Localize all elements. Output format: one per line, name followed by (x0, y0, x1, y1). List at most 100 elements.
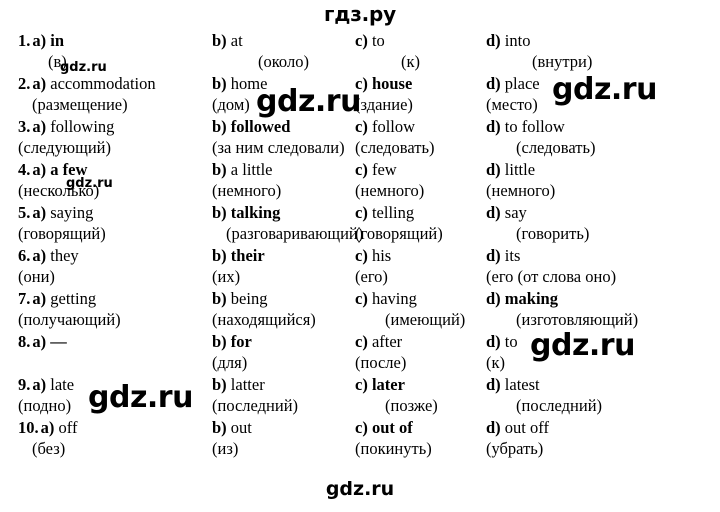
option-translation: (говорить) (516, 224, 590, 243)
answer-line: d) to (486, 331, 716, 352)
option-letter: b) (212, 289, 227, 308)
answer-line: 5. a) saying (18, 202, 214, 223)
option-word: house (371, 74, 413, 93)
option-translation: (получающий) (18, 310, 121, 329)
answer-option: b) at (около) (212, 30, 360, 72)
question-row: 9. a) late (подно) b) latter (последний) c) l… (0, 374, 720, 417)
option-word: out of (371, 418, 413, 437)
option-word: — (50, 332, 67, 351)
option-letter: b) (212, 31, 227, 50)
option-letter: c) (355, 160, 368, 179)
option-translation: (позже) (385, 396, 438, 415)
question-row: 1. a) in (в) b) at (около) c) to (к) d) into (вн… (0, 30, 720, 73)
question-row: 10. a) off (без) b) out (из) c) out of (покину… (0, 417, 720, 460)
option-letter: b) (212, 160, 227, 179)
answer-option: 5. a) saying (говорящий) (18, 202, 214, 244)
answer-line: 2. a) accommodation (18, 73, 214, 94)
answer-option: d) place (место) (486, 73, 716, 115)
question-number: 1. (18, 31, 31, 50)
option-letter: c) (355, 117, 368, 136)
answer-option: c) later (позже) (355, 374, 487, 416)
option-translation: (последний) (212, 396, 299, 415)
question-row: 3. a) following (следующий) b) followed (за … (0, 116, 720, 159)
option-word: follow (371, 117, 416, 136)
answer-option: d) making (изготовляющий) (486, 288, 716, 330)
option-letter: b) (212, 117, 227, 136)
option-translation: (место) (486, 95, 538, 114)
answer-option: d) out off (убрать) (486, 417, 716, 459)
option-letter: d) (486, 418, 501, 437)
question-number: 7. (18, 289, 31, 308)
question-row: 2. a) accommodation (размещение) b) home (до… (0, 73, 720, 116)
answer-line: d) say (486, 202, 716, 223)
question-number: 3. (18, 117, 31, 136)
answer-option: b) talking (разговаривающий) (212, 202, 363, 244)
option-letter: d) (486, 289, 501, 308)
answer-line: c) telling (355, 202, 487, 223)
option-word: in (50, 31, 65, 50)
answer-option: c) telling (говорящий) (355, 202, 487, 244)
option-word: say (504, 203, 527, 222)
option-letter: a) (32, 375, 47, 394)
option-letter: b) (212, 418, 227, 437)
option-translation: (около) (258, 52, 309, 71)
option-word: a few (50, 160, 88, 179)
question-number: 4. (18, 160, 31, 179)
option-translation: (немного) (212, 181, 282, 200)
option-word: saying (50, 203, 94, 222)
option-letter: a) (32, 289, 47, 308)
option-letter: d) (486, 375, 501, 394)
option-translation: (подно) (18, 396, 72, 415)
option-letter: d) (486, 74, 501, 93)
option-translation: (немного) (355, 181, 425, 200)
option-letter: a) (32, 203, 47, 222)
question-row: 5. a) saying (говорящий) b) talking (разгова… (0, 202, 720, 245)
question-number: 5. (18, 203, 31, 222)
option-word: latter (230, 375, 265, 394)
question-row: 8. a) — b) for (для) c) after (после) d) to (к) (0, 331, 720, 374)
answer-line: c) house (355, 73, 487, 94)
answer-line: d) little (486, 159, 716, 180)
answer-line: b) a little (212, 159, 360, 180)
option-translation: (без) (32, 439, 66, 458)
option-translation: (к) (401, 52, 421, 71)
option-word: place (504, 74, 540, 93)
answer-option: c) after (после) (355, 331, 487, 373)
answer-line: c) later (355, 374, 487, 395)
option-letter: d) (486, 31, 501, 50)
answer-line: c) few (355, 159, 487, 180)
option-letter: d) (486, 246, 501, 265)
answer-option: d) little (немного) (486, 159, 716, 201)
question-row: 7. a) getting (получающий) b) being (находящ… (0, 288, 720, 331)
option-translation: (размещение) (32, 95, 128, 114)
option-word: out (230, 418, 252, 437)
option-letter: d) (486, 203, 501, 222)
option-translation: (изготовляющий) (516, 310, 639, 329)
answer-line: 10. a) off (18, 417, 214, 438)
answer-line: b) latter (212, 374, 360, 395)
option-word: little (504, 160, 536, 179)
option-word: for (230, 332, 252, 351)
answer-option: 9. a) late (подно) (18, 374, 214, 416)
answer-line: d) to follow (486, 116, 716, 137)
option-letter: a) (32, 246, 47, 265)
option-word: to (504, 332, 518, 351)
option-letter: c) (355, 203, 368, 222)
option-word: its (504, 246, 521, 265)
answer-line: b) home (212, 73, 360, 94)
option-letter: a) (32, 117, 47, 136)
answer-option: 8. a) — (18, 331, 214, 352)
question-row: 6. a) they (они) b) their (их) c) his (его) d) … (0, 245, 720, 288)
answer-line: b) their (212, 245, 360, 266)
option-translation: (немного) (486, 181, 556, 200)
answer-option: c) to (к) (355, 30, 487, 72)
option-translation: (из) (212, 439, 239, 458)
option-letter: b) (212, 246, 227, 265)
answer-line: 6. a) they (18, 245, 214, 266)
option-letter: b) (212, 332, 227, 351)
answer-line: 1. a) in (18, 30, 214, 51)
question-number: 2. (18, 74, 31, 93)
option-word: few (371, 160, 397, 179)
option-word: latest (504, 375, 540, 394)
answer-line: d) out off (486, 417, 716, 438)
